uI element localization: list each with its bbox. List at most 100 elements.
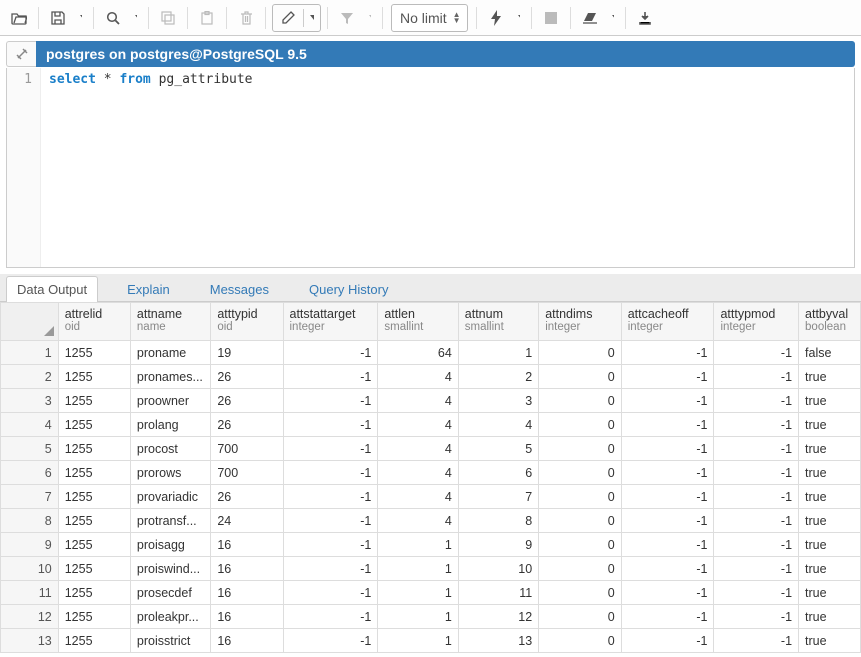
cell[interactable]: 1255	[58, 389, 130, 413]
table-row[interactable]: 81255protransf...24-1480-1-1true	[1, 509, 861, 533]
cell[interactable]: procost	[130, 437, 210, 461]
cell[interactable]: -1	[283, 605, 378, 629]
cell[interactable]: prolang	[130, 413, 210, 437]
cell[interactable]: 1255	[58, 341, 130, 365]
clear-button[interactable]	[575, 4, 605, 32]
cell[interactable]: protransf...	[130, 509, 210, 533]
edit-button[interactable]	[273, 5, 303, 31]
cell[interactable]: -1	[621, 533, 714, 557]
row-header[interactable]: 5	[1, 437, 59, 461]
cell[interactable]: -1	[283, 389, 378, 413]
column-header[interactable]: attcacheoffinteger	[621, 303, 714, 341]
table-row[interactable]: 131255proisstrict16-11130-1-1true	[1, 629, 861, 653]
cell[interactable]: -1	[621, 581, 714, 605]
column-header[interactable]: attndimsinteger	[539, 303, 621, 341]
cell[interactable]: -1	[621, 389, 714, 413]
cell[interactable]: true	[799, 365, 861, 389]
row-header[interactable]: 13	[1, 629, 59, 653]
cell[interactable]: 24	[211, 509, 283, 533]
cell[interactable]: 12	[458, 605, 538, 629]
execute-button[interactable]	[481, 4, 511, 32]
cell[interactable]: 26	[211, 413, 283, 437]
row-header[interactable]: 12	[1, 605, 59, 629]
row-header[interactable]: 11	[1, 581, 59, 605]
cell[interactable]: -1	[714, 389, 799, 413]
row-header[interactable]: 9	[1, 533, 59, 557]
cell[interactable]: 1255	[58, 509, 130, 533]
edit-dropdown[interactable]	[304, 5, 320, 31]
cell[interactable]: 26	[211, 389, 283, 413]
cell[interactable]: proowner	[130, 389, 210, 413]
cell[interactable]: prosecdef	[130, 581, 210, 605]
cell[interactable]: 1255	[58, 485, 130, 509]
cell[interactable]: 8	[458, 509, 538, 533]
table-row[interactable]: 71255provariadic26-1470-1-1true	[1, 485, 861, 509]
cell[interactable]: 16	[211, 581, 283, 605]
table-row[interactable]: 111255prosecdef16-11110-1-1true	[1, 581, 861, 605]
cell[interactable]: proisagg	[130, 533, 210, 557]
cell[interactable]: 16	[211, 557, 283, 581]
cell[interactable]: 1	[378, 557, 458, 581]
cell[interactable]: 1	[378, 533, 458, 557]
cell[interactable]: -1	[714, 413, 799, 437]
cell[interactable]: true	[799, 557, 861, 581]
cell[interactable]: -1	[714, 485, 799, 509]
cell[interactable]: 9	[458, 533, 538, 557]
find-dropdown[interactable]	[128, 4, 144, 32]
tab-explain[interactable]: Explain	[116, 276, 181, 302]
cell[interactable]: 10	[458, 557, 538, 581]
find-button[interactable]	[98, 4, 128, 32]
cell[interactable]: 0	[539, 533, 621, 557]
cell[interactable]: -1	[283, 437, 378, 461]
cell[interactable]: true	[799, 389, 861, 413]
row-header[interactable]: 3	[1, 389, 59, 413]
table-row[interactable]: 21255pronames...26-1420-1-1true	[1, 365, 861, 389]
cell[interactable]: 1255	[58, 533, 130, 557]
cell[interactable]: -1	[283, 581, 378, 605]
tab-data-output[interactable]: Data Output	[6, 276, 98, 302]
cell[interactable]: 1	[378, 605, 458, 629]
row-header[interactable]: 6	[1, 461, 59, 485]
cell[interactable]: 1255	[58, 605, 130, 629]
cell[interactable]: -1	[714, 437, 799, 461]
cell[interactable]: 0	[539, 605, 621, 629]
cell[interactable]: 0	[539, 413, 621, 437]
row-header[interactable]: 10	[1, 557, 59, 581]
cell[interactable]: proisstrict	[130, 629, 210, 653]
cell[interactable]: 1	[378, 581, 458, 605]
rowlimit-select[interactable]: No limit ▲▼	[391, 4, 468, 32]
cell[interactable]: true	[799, 533, 861, 557]
cell[interactable]: -1	[283, 485, 378, 509]
row-header[interactable]: 4	[1, 413, 59, 437]
cell[interactable]: 26	[211, 485, 283, 509]
cell[interactable]: 6	[458, 461, 538, 485]
copy-button[interactable]	[153, 4, 183, 32]
column-header[interactable]: attstattargetinteger	[283, 303, 378, 341]
cell[interactable]: false	[799, 341, 861, 365]
cell[interactable]: 0	[539, 485, 621, 509]
row-header[interactable]: 1	[1, 341, 59, 365]
cell[interactable]: 3	[458, 389, 538, 413]
column-header[interactable]: attnumsmallint	[458, 303, 538, 341]
cell[interactable]: 700	[211, 461, 283, 485]
paste-button[interactable]	[192, 4, 222, 32]
cell[interactable]: 0	[539, 389, 621, 413]
table-row[interactable]: 51255procost700-1450-1-1true	[1, 437, 861, 461]
table-row[interactable]: 61255prorows700-1460-1-1true	[1, 461, 861, 485]
column-header[interactable]: atttypmodinteger	[714, 303, 799, 341]
cell[interactable]: 0	[539, 461, 621, 485]
cell[interactable]: -1	[283, 509, 378, 533]
table-row[interactable]: 41255prolang26-1440-1-1true	[1, 413, 861, 437]
execute-dropdown[interactable]	[511, 4, 527, 32]
cell[interactable]: -1	[621, 605, 714, 629]
cell[interactable]: -1	[714, 509, 799, 533]
cell[interactable]: 1255	[58, 413, 130, 437]
cell[interactable]: 4	[378, 413, 458, 437]
cell[interactable]: -1	[714, 461, 799, 485]
cell[interactable]: 2	[458, 365, 538, 389]
cell[interactable]: 1255	[58, 557, 130, 581]
cell[interactable]: -1	[714, 581, 799, 605]
cell[interactable]: 1255	[58, 437, 130, 461]
cell[interactable]: 0	[539, 509, 621, 533]
table-row[interactable]: 121255proleakpr...16-11120-1-1true	[1, 605, 861, 629]
